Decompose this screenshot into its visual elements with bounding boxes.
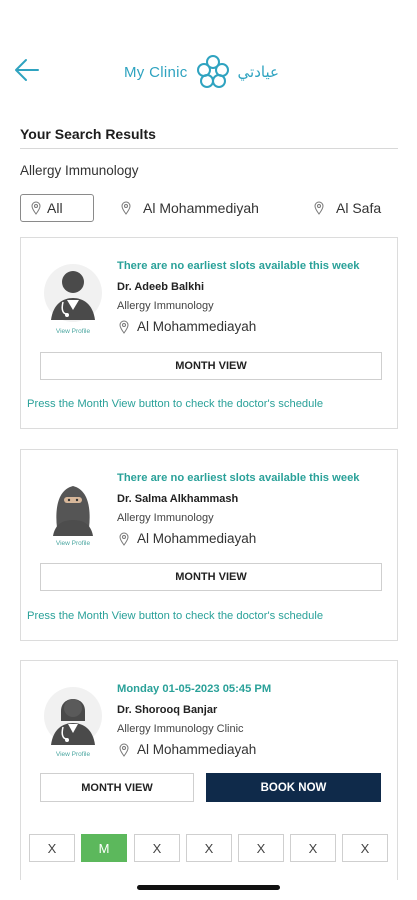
specialty-label: Allergy Immunology: [20, 163, 139, 178]
view-profile-link[interactable]: View Profile: [33, 328, 113, 335]
book-now-button[interactable]: BOOK NOW: [206, 773, 381, 802]
location-label: Al Mohammediayah: [137, 742, 257, 757]
doctor-location: Al Mohammediayah: [119, 531, 256, 546]
doctor-specialty: Allergy Immunology Clinic: [117, 723, 244, 735]
day-cell[interactable]: X: [342, 834, 388, 862]
logo-text-ar: عيادتي: [237, 63, 279, 81]
doctor-card: View Profile There are no earliest slots…: [20, 237, 398, 429]
doctor-name: Dr. Shorooq Banjar: [117, 704, 218, 716]
divider: [20, 148, 398, 149]
location-pin-icon: [31, 201, 41, 215]
slot-message: There are no earliest slots available th…: [117, 472, 360, 484]
doctor-card: View Profile There are no earliest slots…: [20, 449, 398, 641]
location-pin-icon: [119, 532, 129, 546]
view-profile-link[interactable]: View Profile: [33, 540, 113, 547]
app-logo: My Clinic عيادتي: [124, 52, 279, 92]
location-label: Al Mohammediayah: [137, 531, 257, 546]
logo-text-en: My Clinic: [124, 63, 188, 81]
day-cell[interactable]: X: [186, 834, 232, 862]
view-profile-link[interactable]: View Profile: [33, 751, 113, 758]
month-view-button[interactable]: MONTH VIEW: [40, 563, 382, 591]
earliest-slot: Monday 01-05-2023 05:45 PM: [117, 683, 272, 695]
page-title: Your Search Results: [20, 126, 156, 142]
doctor-name: Dr. Adeeb Balkhi: [117, 281, 205, 293]
location-pin-icon: [119, 743, 129, 757]
location-label: Al Mohammediayah: [137, 319, 257, 334]
day-cell-available[interactable]: M: [81, 834, 127, 862]
back-arrow-icon[interactable]: [12, 56, 42, 84]
filter-al-safa[interactable]: Al Safa: [314, 194, 381, 222]
home-indicator[interactable]: [137, 885, 280, 890]
location-pin-icon: [121, 201, 131, 215]
month-view-button[interactable]: MONTH VIEW: [40, 352, 382, 380]
doctor-specialty: Allergy Immunology: [117, 512, 214, 524]
filter-al-mohammediyah[interactable]: Al Mohammediyah: [121, 194, 259, 222]
female-niqab-doctor-icon[interactable]: [43, 470, 103, 540]
app-header: My Clinic عيادتي: [0, 40, 417, 106]
day-cell[interactable]: X: [134, 834, 180, 862]
filter-label: All: [47, 200, 63, 216]
male-doctor-icon[interactable]: [43, 258, 103, 328]
day-cell[interactable]: X: [290, 834, 336, 862]
slot-message: There are no earliest slots available th…: [117, 260, 360, 272]
location-filters: All Al Mohammediyah Al Safa: [20, 194, 398, 222]
clinic-flower-icon: [196, 55, 229, 88]
location-pin-icon: [119, 320, 129, 334]
schedule-hint: Press the Month View button to check the…: [27, 398, 324, 410]
filter-all[interactable]: All: [20, 194, 94, 222]
schedule-hint: Press the Month View button to check the…: [27, 610, 324, 622]
doctor-location: Al Mohammediayah: [119, 319, 256, 334]
doctor-location: Al Mohammediayah: [119, 742, 256, 757]
female-doctor-icon[interactable]: [43, 681, 103, 751]
filter-label: Al Safa: [336, 200, 382, 216]
day-cell[interactable]: X: [29, 834, 75, 862]
filter-label: Al Mohammediyah: [143, 200, 259, 216]
location-pin-icon: [314, 201, 324, 215]
month-view-button[interactable]: MONTH VIEW: [40, 773, 194, 802]
doctor-specialty: Allergy Immunology: [117, 300, 214, 312]
doctor-name: Dr. Salma Alkhammash: [117, 493, 239, 505]
day-cell[interactable]: X: [238, 834, 284, 862]
